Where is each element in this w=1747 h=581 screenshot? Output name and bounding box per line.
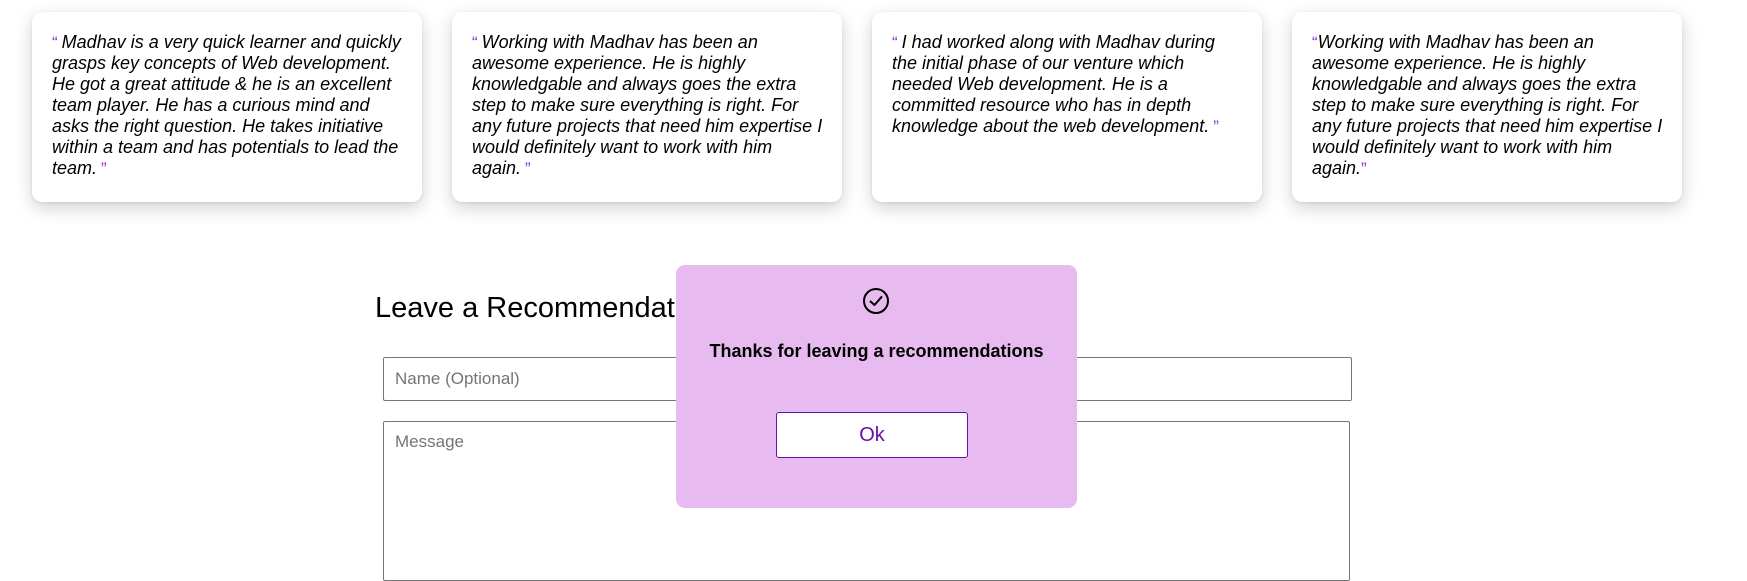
testimonial-card: “Working with Madhav has been an awesome… bbox=[452, 12, 842, 202]
check-circle-icon bbox=[862, 287, 890, 315]
close-quote-icon: ” bbox=[1361, 159, 1367, 178]
testimonial-text: “Madhav is a very quick learner and quic… bbox=[52, 32, 404, 179]
ok-button[interactable]: Ok bbox=[776, 412, 968, 458]
testimonial-body: Working with Madhav has been an awesome … bbox=[472, 32, 823, 178]
testimonial-card: “Working with Madhav has been an awesome… bbox=[1292, 12, 1682, 202]
testimonial-body: I had worked along with Madhav during th… bbox=[892, 32, 1215, 136]
form-title: Leave a Recommendation bbox=[375, 292, 714, 324]
testimonial-text: “I had worked along with Madhav during t… bbox=[892, 32, 1244, 137]
testimonial-body: Working with Madhav has been an awesome … bbox=[1312, 32, 1663, 178]
testimonial-card: “I had worked along with Madhav during t… bbox=[872, 12, 1262, 202]
open-quote-icon: “ bbox=[472, 33, 478, 52]
open-quote-icon: “ bbox=[892, 33, 898, 52]
open-quote-icon: “ bbox=[52, 33, 58, 52]
testimonial-text: “Working with Madhav has been an awesome… bbox=[1312, 32, 1664, 179]
close-quote-icon: ” bbox=[525, 159, 531, 178]
close-quote-icon: ” bbox=[1213, 117, 1219, 136]
testimonial-card: “Madhav is a very quick learner and quic… bbox=[32, 12, 422, 202]
modal-message: Thanks for leaving a recommendations bbox=[709, 341, 1044, 361]
testimonials-section: “Madhav is a very quick learner and quic… bbox=[32, 12, 1692, 202]
confirmation-modal: Thanks for leaving a recommendations Ok bbox=[676, 265, 1077, 508]
testimonial-body: Madhav is a very quick learner and quick… bbox=[52, 32, 401, 178]
testimonial-text: “Working with Madhav has been an awesome… bbox=[472, 32, 824, 179]
close-quote-icon: ” bbox=[101, 159, 107, 178]
